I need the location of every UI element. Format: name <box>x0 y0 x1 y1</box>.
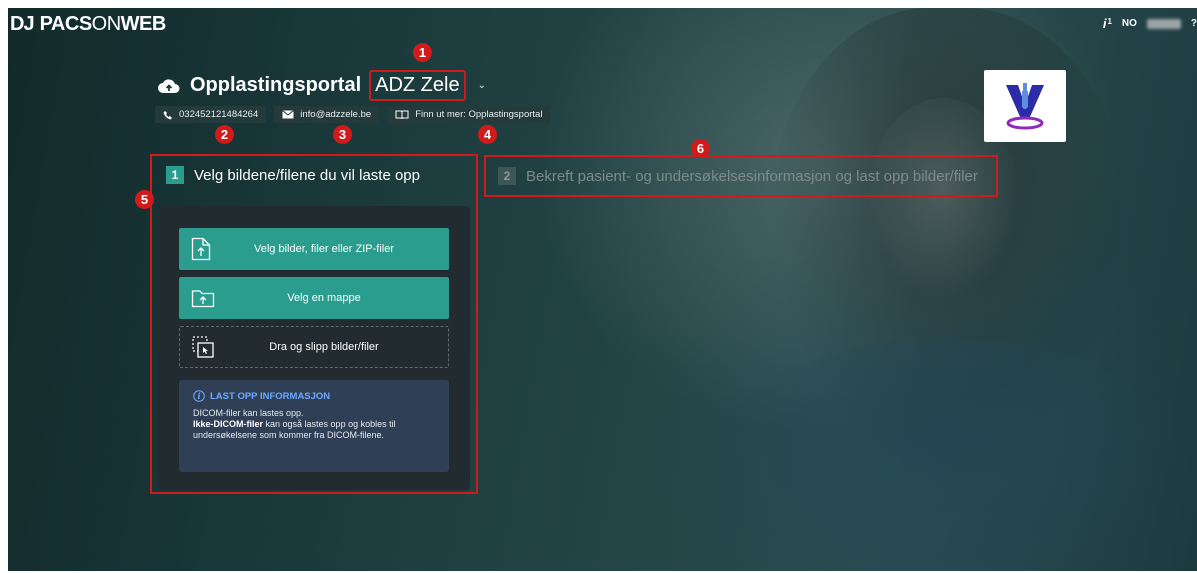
learn-more-link: Finn ut mer: Opplastingsportal <box>415 109 543 120</box>
info-line-dicom: DICOM-filer kan lastes opp. <box>193 408 304 418</box>
annotation-badge: 3 <box>333 125 352 144</box>
step-number: 2 <box>498 167 516 185</box>
select-files-button[interactable]: Velg bilder, filer eller ZIP-filer <box>179 228 449 270</box>
phone-icon <box>163 110 172 119</box>
annotation-badge: 1 <box>413 43 432 62</box>
drag-drop-label: Dra og slipp bilder/filer <box>269 341 379 353</box>
drag-drop-zone[interactable]: Dra og slipp bilder/filer <box>179 326 449 368</box>
app-logo[interactable]: DJ PACSONWEB <box>10 12 166 36</box>
svg-text:i: i <box>197 391 200 401</box>
logo-mark: DJ <box>10 12 35 35</box>
select-files-label: Velg bilder, filer eller ZIP-filer <box>254 243 394 255</box>
user-menu[interactable] <box>1146 18 1181 29</box>
file-upload-icon <box>191 237 211 261</box>
language-selector[interactable]: NO <box>1122 18 1137 29</box>
learn-more-chip[interactable]: Finn ut mer: Opplastingsportal <box>387 106 551 123</box>
step-1-title: Velg bildene/filene du vil laste opp <box>194 166 420 184</box>
annotation-badge: 4 <box>478 125 497 144</box>
step-2-title: Bekreft pasient- og undersøkelsesinforma… <box>526 167 978 185</box>
app-window: DJ PACSONWEB i1 NO ? Opplastingsportal A… <box>8 8 1197 571</box>
step-2-section: 2 Bekreft pasient- og undersøkelsesinfor… <box>484 155 998 197</box>
info-heading: LAST OPP INFORMASJON <box>210 390 331 402</box>
email-chip[interactable]: info@adzzele.be <box>274 106 380 123</box>
page-title: Opplastingsportal <box>190 74 362 96</box>
envelope-icon <box>282 110 295 119</box>
step-1-section: 1 Velg bildene/filene du vil laste opp V… <box>150 154 478 494</box>
upload-info-box: i LAST OPP INFORMASJON DICOM-filer kan l… <box>179 380 449 472</box>
portal-header: Opplastingsportal ADZ Zele ⌄ <box>158 70 486 101</box>
step-1-heading: 1 Velg bildene/filene du vil laste opp <box>166 166 420 184</box>
notification-count: 1 <box>1107 17 1112 26</box>
topbar-actions: i1 NO ? <box>1103 16 1197 31</box>
cloud-upload-icon <box>158 78 180 93</box>
info-icon: i <box>1102 16 1107 31</box>
step-number: 1 <box>166 166 184 184</box>
folder-upload-icon <box>191 290 215 308</box>
portal-name[interactable]: ADZ Zele <box>369 70 466 101</box>
book-icon <box>395 110 409 119</box>
info-line-non-dicom: Ikke-DICOM-filer kan også lastes opp og … <box>193 419 396 440</box>
phone-chip[interactable]: 032452121484264 <box>155 106 267 123</box>
info-circle-icon: i <box>193 390 205 402</box>
help-button[interactable]: ? <box>1191 18 1197 29</box>
chevron-down-icon[interactable]: ⌄ <box>478 80 486 91</box>
select-folder-label: Velg en mappe <box>287 292 361 304</box>
annotation-badge: 2 <box>215 125 234 144</box>
drag-drop-icon <box>192 336 214 358</box>
email-address: info@adzzele.be <box>300 109 372 120</box>
select-folder-button[interactable]: Velg en mappe <box>179 277 449 319</box>
organization-logo <box>984 70 1066 142</box>
upload-panel: Velg bilder, filer eller ZIP-filer Velg … <box>158 206 470 490</box>
notifications-button[interactable]: i1 <box>1103 16 1112 31</box>
contact-bar: 032452121484264 info@adzzele.be Finn ut … <box>155 106 551 123</box>
phone-number: 032452121484264 <box>179 109 259 120</box>
